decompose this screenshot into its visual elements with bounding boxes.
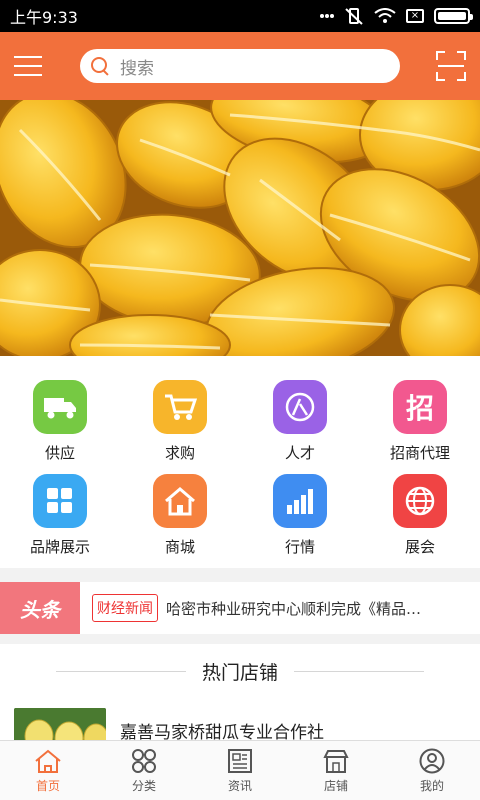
category-agency[interactable]: 招 招商代理 [360, 380, 480, 463]
news-icon [228, 748, 252, 773]
wifi-icon [374, 8, 396, 23]
store-thumbnail [14, 708, 106, 740]
globe-icon [393, 474, 447, 528]
section-title: 热门店铺 [201, 661, 278, 684]
no-sim-icon: × [406, 9, 424, 23]
category-market[interactable]: 行情 [240, 474, 360, 557]
truck-icon [33, 380, 87, 434]
store-icon [323, 749, 349, 773]
category-purchase[interactable]: 求购 [120, 380, 240, 463]
search-input[interactable]: 搜索 [80, 49, 400, 83]
store-name: 嘉善马家桥甜瓜专业合作社 [120, 723, 324, 740]
tab-category[interactable]: 分类 [96, 741, 192, 800]
tab-label: 店铺 [323, 778, 348, 793]
tab-store[interactable]: 店铺 [288, 741, 384, 800]
category-label: 供应 [44, 444, 75, 462]
divider [55, 670, 186, 672]
tab-profile[interactable]: 我的 [384, 741, 480, 800]
category-exhibition[interactable]: 展会 [360, 474, 480, 557]
profile-icon [419, 748, 445, 773]
banner-image[interactable] [0, 100, 480, 356]
vibrate-mute-icon [345, 8, 363, 25]
news-ticker[interactable]: 头条 财经新闻 哈密市种业研究中心顺利完成《精品… [0, 582, 480, 634]
bottom-tab-bar: 首页 分类 资讯 店铺 我的 [0, 740, 480, 800]
category-label: 行情 [284, 538, 315, 556]
home-icon [35, 749, 61, 773]
bar-chart-icon [273, 474, 327, 528]
category-label: 招商代理 [389, 444, 450, 462]
battery-icon [434, 8, 473, 24]
category-mall[interactable]: 商城 [120, 474, 240, 557]
house-icon [153, 474, 207, 528]
zhao-icon: 招 [393, 380, 447, 434]
tab-label: 我的 [419, 778, 444, 793]
menu-icon[interactable] [14, 52, 42, 80]
category-label: 展会 [404, 538, 435, 556]
tab-label: 首页 [35, 778, 60, 793]
store-list-item[interactable]: 嘉善马家桥甜瓜专业合作社 [0, 698, 480, 740]
person-icon [273, 380, 327, 434]
category-supply[interactable]: 供应 [0, 380, 120, 463]
category-icon [132, 748, 156, 773]
more-dots-icon [320, 14, 334, 18]
category-label: 人才 [284, 444, 315, 462]
status-icons: × [320, 7, 473, 25]
search-icon [90, 56, 110, 76]
category-brand[interactable]: 品牌展示 [0, 474, 120, 557]
top-header: 搜索 [0, 32, 480, 100]
headline-tag: 头条 [0, 582, 80, 634]
zhao-glyph: 招 [405, 392, 434, 425]
status-time: 上午9:33 [10, 8, 78, 27]
tab-label: 资讯 [227, 778, 252, 793]
category-label: 求购 [164, 444, 195, 462]
news-category-badge: 财经新闻 [92, 594, 158, 622]
grid-icon [33, 474, 87, 528]
search-placeholder: 搜索 [120, 58, 154, 79]
news-headline[interactable]: 哈密市种业研究中心顺利完成《精品… [166, 598, 460, 619]
tab-label: 分类 [131, 778, 156, 793]
category-label: 商城 [164, 538, 195, 556]
status-bar: 上午9:33 × [0, 0, 480, 32]
hot-stores-header: 热门店铺 [0, 644, 480, 698]
tab-news[interactable]: 资讯 [192, 741, 288, 800]
category-talent[interactable]: 人才 [240, 380, 360, 463]
cart-icon [153, 380, 207, 434]
category-grid: 供应 求购 人才 招 招商代理 品牌展示 商城 行情 展会 [0, 356, 480, 568]
category-label: 品牌展示 [29, 538, 90, 556]
divider [294, 670, 424, 672]
tab-home[interactable]: 首页 [0, 741, 96, 800]
scan-icon[interactable] [436, 51, 466, 81]
